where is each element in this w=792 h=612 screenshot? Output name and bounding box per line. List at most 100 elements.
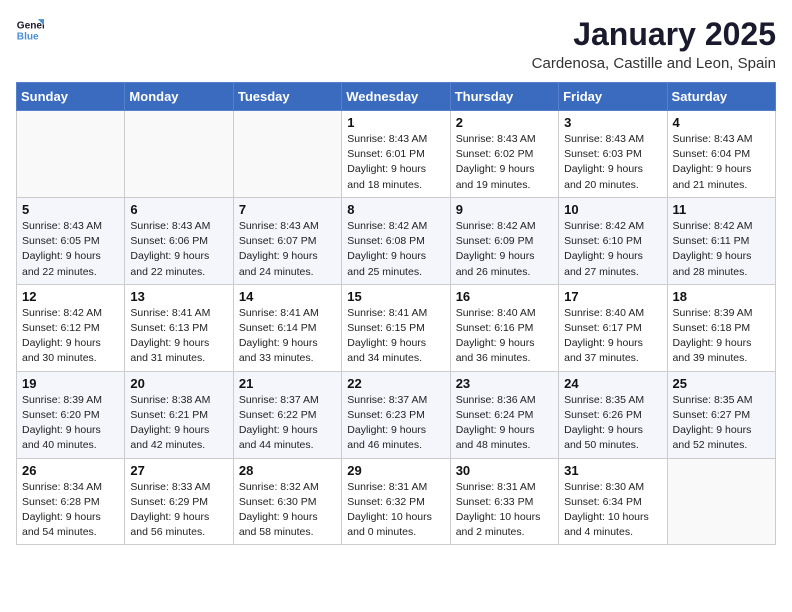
day-info: Sunrise: 8:43 AM Sunset: 6:07 PM Dayligh…: [239, 219, 336, 280]
day-number: 14: [239, 289, 336, 304]
day-info: Sunrise: 8:42 AM Sunset: 6:08 PM Dayligh…: [347, 219, 444, 280]
day-info: Sunrise: 8:43 AM Sunset: 6:02 PM Dayligh…: [456, 132, 553, 193]
calendar-cell: [17, 111, 125, 198]
day-info: Sunrise: 8:38 AM Sunset: 6:21 PM Dayligh…: [130, 393, 227, 454]
day-number: 28: [239, 463, 336, 478]
day-number: 7: [239, 202, 336, 217]
weekday-header-monday: Monday: [125, 83, 233, 111]
day-info: Sunrise: 8:31 AM Sunset: 6:32 PM Dayligh…: [347, 480, 444, 541]
calendar-cell: 2 Sunrise: 8:43 AM Sunset: 6:02 PM Daylig…: [450, 111, 558, 198]
day-info: Sunrise: 8:39 AM Sunset: 6:18 PM Dayligh…: [673, 306, 770, 367]
day-info: Sunrise: 8:32 AM Sunset: 6:30 PM Dayligh…: [239, 480, 336, 541]
day-info: Sunrise: 8:40 AM Sunset: 6:16 PM Dayligh…: [456, 306, 553, 367]
calendar-cell: 15 Sunrise: 8:41 AM Sunset: 6:15 PM Dayli…: [342, 284, 450, 371]
calendar-cell: 31 Sunrise: 8:30 AM Sunset: 6:34 PM Dayli…: [559, 458, 667, 545]
day-info: Sunrise: 8:41 AM Sunset: 6:15 PM Dayligh…: [347, 306, 444, 367]
calendar-week-row: 26 Sunrise: 8:34 AM Sunset: 6:28 PM Dayli…: [17, 458, 776, 545]
day-number: 5: [22, 202, 119, 217]
calendar-cell: 17Sunrise: 8:40 AM Sunset: 6:17 PM Dayli…: [559, 284, 667, 371]
day-number: 12: [22, 289, 119, 304]
logo: General Blue: [16, 16, 46, 44]
day-number: 24: [564, 376, 661, 391]
page-header: General Blue January 2025 Cardenosa, Cas…: [16, 16, 776, 72]
day-number: 29: [347, 463, 444, 478]
day-info: Sunrise: 8:37 AM Sunset: 6:22 PM Dayligh…: [239, 393, 336, 454]
day-info: Sunrise: 8:42 AM Sunset: 6:09 PM Dayligh…: [456, 219, 553, 280]
title-block: January 2025 Cardenosa, Castille and Leo…: [532, 16, 776, 72]
day-number: 9: [456, 202, 553, 217]
day-number: 26: [22, 463, 119, 478]
day-info: Sunrise: 8:39 AM Sunset: 6:20 PM Dayligh…: [22, 393, 119, 454]
location-subtitle: Cardenosa, Castille and Leon, Spain: [532, 55, 776, 72]
calendar-cell: 16Sunrise: 8:40 AM Sunset: 6:16 PM Dayli…: [450, 284, 558, 371]
day-info: Sunrise: 8:37 AM Sunset: 6:23 PM Dayligh…: [347, 393, 444, 454]
calendar-table: SundayMondayTuesdayWednesdayThursdayFrid…: [16, 82, 776, 545]
calendar-cell: 20 Sunrise: 8:38 AM Sunset: 6:21 PM Dayli…: [125, 371, 233, 458]
calendar-cell: 23 Sunrise: 8:36 AM Sunset: 6:24 PM Dayli…: [450, 371, 558, 458]
calendar-cell: 3 Sunrise: 8:43 AM Sunset: 6:03 PM Daylig…: [559, 111, 667, 198]
calendar-cell: 9 Sunrise: 8:42 AM Sunset: 6:09 PM Daylig…: [450, 197, 558, 284]
calendar-cell: 29 Sunrise: 8:31 AM Sunset: 6:32 PM Dayli…: [342, 458, 450, 545]
day-number: 25: [673, 376, 770, 391]
calendar-cell: [667, 458, 775, 545]
day-number: 15: [347, 289, 444, 304]
calendar-cell: 21 Sunrise: 8:37 AM Sunset: 6:22 PM Dayli…: [233, 371, 341, 458]
svg-text:General: General: [17, 20, 44, 31]
day-number: 2: [456, 115, 553, 130]
calendar-cell: 13 Sunrise: 8:41 AM Sunset: 6:13 PM Dayli…: [125, 284, 233, 371]
day-number: 8: [347, 202, 444, 217]
day-info: Sunrise: 8:30 AM Sunset: 6:34 PM Dayligh…: [564, 480, 661, 541]
day-info: Sunrise: 8:35 AM Sunset: 6:27 PM Dayligh…: [673, 393, 770, 454]
weekday-header-wednesday: Wednesday: [342, 83, 450, 111]
calendar-cell: 1 Sunrise: 8:43 AM Sunset: 6:01 PM Daylig…: [342, 111, 450, 198]
calendar-cell: 8 Sunrise: 8:42 AM Sunset: 6:08 PM Daylig…: [342, 197, 450, 284]
weekday-header-thursday: Thursday: [450, 83, 558, 111]
day-info: Sunrise: 8:43 AM Sunset: 6:03 PM Dayligh…: [564, 132, 661, 193]
calendar-cell: 7 Sunrise: 8:43 AM Sunset: 6:07 PM Daylig…: [233, 197, 341, 284]
day-info: Sunrise: 8:42 AM Sunset: 6:10 PM Dayligh…: [564, 219, 661, 280]
day-number: 27: [130, 463, 227, 478]
day-number: 13: [130, 289, 227, 304]
day-info: Sunrise: 8:42 AM Sunset: 6:11 PM Dayligh…: [673, 219, 770, 280]
weekday-header-row: SundayMondayTuesdayWednesdayThursdayFrid…: [17, 83, 776, 111]
calendar-cell: 18 Sunrise: 8:39 AM Sunset: 6:18 PM Dayli…: [667, 284, 775, 371]
calendar-cell: 22 Sunrise: 8:37 AM Sunset: 6:23 PM Dayli…: [342, 371, 450, 458]
calendar-week-row: 1 Sunrise: 8:43 AM Sunset: 6:01 PM Daylig…: [17, 111, 776, 198]
day-number: 20: [130, 376, 227, 391]
day-number: 3: [564, 115, 661, 130]
calendar-week-row: 19 Sunrise: 8:39 AM Sunset: 6:20 PM Dayli…: [17, 371, 776, 458]
calendar-cell: 10 Sunrise: 8:42 AM Sunset: 6:10 PM Dayli…: [559, 197, 667, 284]
calendar-cell: [233, 111, 341, 198]
day-info: Sunrise: 8:34 AM Sunset: 6:28 PM Dayligh…: [22, 480, 119, 541]
day-info: Sunrise: 8:43 AM Sunset: 6:01 PM Dayligh…: [347, 132, 444, 193]
day-info: Sunrise: 8:41 AM Sunset: 6:13 PM Dayligh…: [130, 306, 227, 367]
day-number: 30: [456, 463, 553, 478]
day-info: Sunrise: 8:42 AM Sunset: 6:12 PM Dayligh…: [22, 306, 119, 367]
day-number: 22: [347, 376, 444, 391]
calendar-week-row: 12 Sunrise: 8:42 AM Sunset: 6:12 PM Dayli…: [17, 284, 776, 371]
day-number: 6: [130, 202, 227, 217]
calendar-cell: 27 Sunrise: 8:33 AM Sunset: 6:29 PM Dayli…: [125, 458, 233, 545]
calendar-cell: 19 Sunrise: 8:39 AM Sunset: 6:20 PM Dayli…: [17, 371, 125, 458]
day-number: 18: [673, 289, 770, 304]
day-number: 10: [564, 202, 661, 217]
logo-icon: General Blue: [16, 16, 44, 44]
day-number: 21: [239, 376, 336, 391]
day-number: 11: [673, 202, 770, 217]
day-number: 23: [456, 376, 553, 391]
day-info: Sunrise: 8:43 AM Sunset: 6:05 PM Dayligh…: [22, 219, 119, 280]
day-info: Sunrise: 8:40 AM Sunset: 6:17 PM Dayligh…: [564, 306, 661, 367]
day-number: 31: [564, 463, 661, 478]
calendar-cell: 30 Sunrise: 8:31 AM Sunset: 6:33 PM Dayli…: [450, 458, 558, 545]
day-info: Sunrise: 8:31 AM Sunset: 6:33 PM Dayligh…: [456, 480, 553, 541]
day-number: 1: [347, 115, 444, 130]
day-info: Sunrise: 8:43 AM Sunset: 6:04 PM Dayligh…: [673, 132, 770, 193]
calendar-cell: [125, 111, 233, 198]
day-number: 19: [22, 376, 119, 391]
svg-text:Blue: Blue: [17, 31, 39, 42]
calendar-cell: 4 Sunrise: 8:43 AM Sunset: 6:04 PM Daylig…: [667, 111, 775, 198]
day-info: Sunrise: 8:36 AM Sunset: 6:24 PM Dayligh…: [456, 393, 553, 454]
day-info: Sunrise: 8:35 AM Sunset: 6:26 PM Dayligh…: [564, 393, 661, 454]
day-info: Sunrise: 8:33 AM Sunset: 6:29 PM Dayligh…: [130, 480, 227, 541]
day-number: 4: [673, 115, 770, 130]
